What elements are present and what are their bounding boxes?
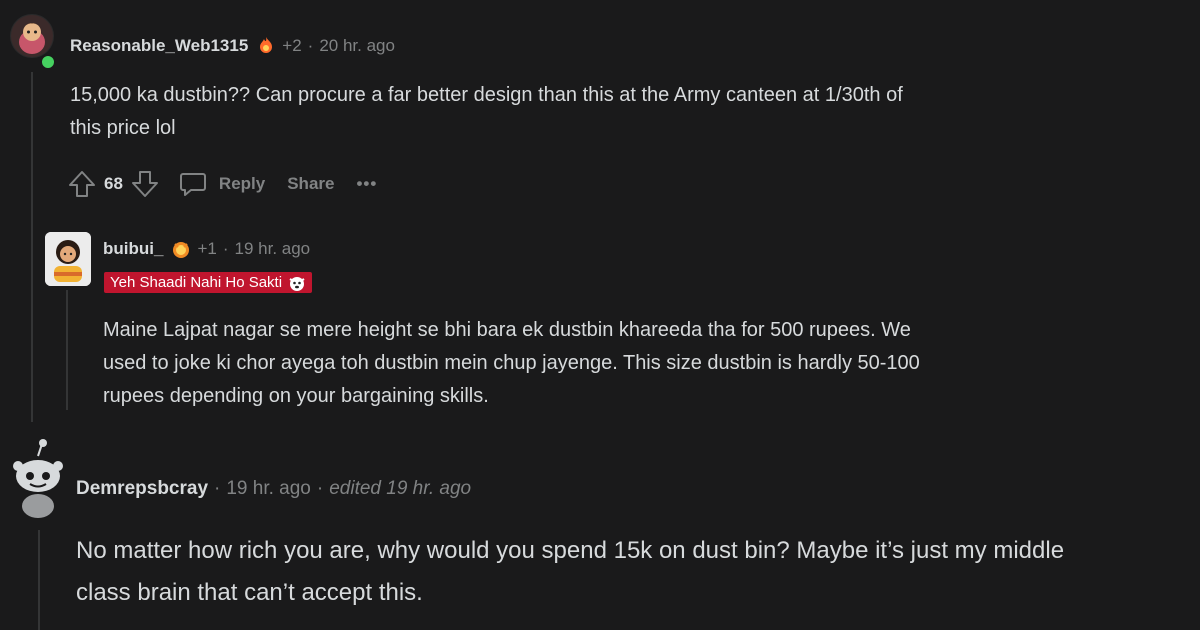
avatar[interactable] (10, 14, 54, 58)
downvote-icon (131, 171, 158, 197)
comment-meta: Demrepsbcray · 19 hr. ago · edited 19 hr… (76, 478, 471, 500)
award-icon[interactable] (256, 36, 276, 56)
comment-meta: buibui_ +1 · 19 hr. ago (103, 239, 310, 259)
flair-emoji-icon (289, 276, 305, 291)
comment-line: this price lol (70, 117, 176, 139)
upvote-icon (69, 171, 95, 197)
comment-bubble-icon (179, 173, 206, 196)
separator-dot: · (307, 36, 314, 55)
comment-body: 15,000 ka dustbin?? Can procure a far be… (70, 79, 1150, 145)
upvote-button[interactable] (66, 168, 98, 200)
online-indicator (40, 54, 56, 70)
reply-button[interactable]: Reply (177, 168, 265, 200)
comment-body: Maine Lajpat nagar se mere height se bhi… (103, 314, 1183, 413)
comment-line: Maine Lajpat nagar se mere height se bhi… (103, 319, 911, 341)
flair-text: Yeh Shaadi Nahi Ho Sakti (110, 274, 283, 291)
user-flair: Yeh Shaadi Nahi Ho Sakti (104, 272, 313, 293)
username-link[interactable]: Demrepsbcray (76, 478, 208, 500)
edited-label: edited 19 hr. ago (329, 478, 472, 499)
downvote-button[interactable] (129, 168, 161, 200)
comment-line: rupees depending on your bargaining skil… (103, 385, 489, 407)
award-count[interactable]: +2 (282, 36, 301, 56)
thread-line-3[interactable] (38, 530, 40, 630)
comment-meta: Reasonable_Web1315 +2 · 20 hr. ago (70, 36, 395, 56)
comment-body: No matter how rich you are, why would yo… (76, 530, 1186, 614)
action-bar: 68 Reply Share ••• (66, 168, 377, 200)
user-avatar-icon (45, 232, 91, 286)
timestamp[interactable]: 19 hr. ago (235, 239, 311, 259)
timestamp[interactable]: 19 hr. ago (226, 478, 311, 500)
share-button[interactable]: Share (287, 174, 334, 194)
avatar[interactable] (45, 232, 91, 286)
comment-line: No matter how rich you are, why would yo… (76, 537, 1065, 564)
reply-label: Reply (218, 174, 266, 193)
username-link[interactable]: Reasonable_Web1315 (70, 36, 248, 56)
username-link[interactable]: buibui_ (103, 239, 163, 259)
user-avatar-icon (11, 15, 53, 57)
award-icon[interactable] (171, 239, 191, 259)
separator-dot: · (222, 239, 229, 258)
vote-count: 68 (104, 174, 123, 193)
thread-line-2[interactable] (66, 290, 68, 410)
more-options-button[interactable]: ••• (356, 174, 377, 194)
comment-line: class brain that can’t accept this. (76, 579, 423, 606)
snoo-avatar-icon (13, 439, 63, 518)
comment-line: 15,000 ka dustbin?? Can procure a far be… (70, 84, 903, 106)
timestamp[interactable]: 20 hr. ago (319, 36, 395, 56)
award-count[interactable]: +1 (197, 239, 216, 259)
comment-line: used to joke ki chor ayega toh dustbin m… (103, 352, 920, 374)
avatar[interactable] (8, 436, 68, 520)
separator-dot: · (316, 478, 324, 499)
separator-dot: · (214, 478, 221, 499)
thread-line-1[interactable] (31, 72, 33, 422)
